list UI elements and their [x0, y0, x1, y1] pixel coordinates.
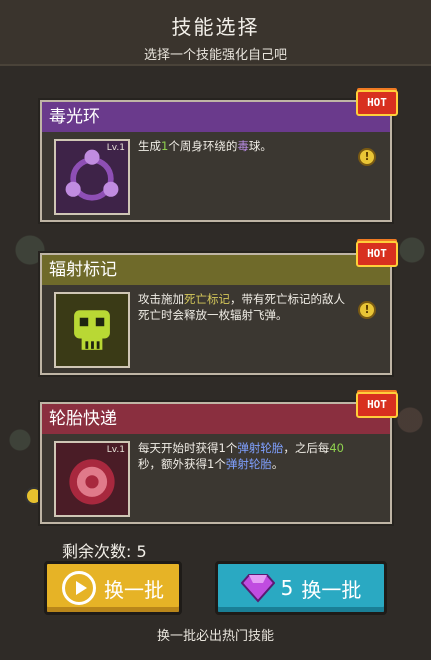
page-title: 技能选择	[171, 15, 260, 39]
gem-refresh-label: 换一批	[301, 577, 362, 602]
skill-icon-box: Lv.1	[54, 441, 130, 517]
skull-icon	[74, 310, 110, 350]
skill-name: 辐射标记	[42, 255, 390, 285]
play-circle-icon	[62, 571, 96, 605]
refresh-label: 换一批	[104, 577, 164, 602]
skill-description: 每天开始时获得1个弹射轮胎，之后每40秒，额外获得1个弹射轮胎。	[138, 441, 344, 471]
page-subtitle: 选择一个技能强化自己吧	[143, 48, 287, 63]
skill-level: Lv.1	[106, 143, 125, 153]
skill-card-radiation-mark[interactable]: 辐射标记 攻击施加死亡标记，带有死亡标记的敌人死亡时会释放一枚辐射飞弹。 ! H…	[40, 241, 398, 375]
skill-card-poison-aura[interactable]: 毒光环 Lv.1 生成1个周身环绕的毒球。 ! HOT	[40, 90, 398, 222]
hot-badge: HOT	[356, 90, 398, 116]
hot-badge: HOT	[356, 392, 398, 418]
footer-hint: 换一批必出热门技能	[156, 629, 274, 644]
skill-level: Lv.1	[106, 445, 125, 455]
poison-orbs-icon	[65, 149, 119, 201]
skill-icon-box	[54, 292, 130, 368]
skill-name: 毒光环	[42, 102, 390, 132]
skill-description: 生成1个周身环绕的毒球。	[138, 139, 272, 153]
header: 技能选择 选择一个技能强化自己吧	[0, 0, 431, 66]
gem-count: 5	[280, 576, 294, 600]
skill-icon-box: Lv.1	[54, 139, 130, 215]
skill-description: 攻击施加死亡标记，带有死亡标记的敌人死亡时会释放一枚辐射飞弹。	[138, 292, 345, 322]
gem-refresh-button[interactable]: 5 换一批	[215, 561, 387, 615]
info-icon[interactable]: !	[358, 148, 376, 166]
skill-card-tire-delivery[interactable]: 轮胎快递 Lv.1 每天开始时获得1个弹射轮胎，之后每40秒，额外获得1个弹射轮…	[40, 392, 398, 524]
hot-badge: HOT	[356, 241, 398, 267]
info-icon[interactable]: !	[358, 301, 376, 319]
refresh-button[interactable]: 换一批	[44, 561, 182, 615]
tire-icon	[69, 459, 115, 505]
skill-name: 轮胎快递	[42, 404, 390, 434]
purple-gem-icon	[240, 574, 275, 603]
remaining-count: 剩余次数: 5	[62, 542, 147, 561]
